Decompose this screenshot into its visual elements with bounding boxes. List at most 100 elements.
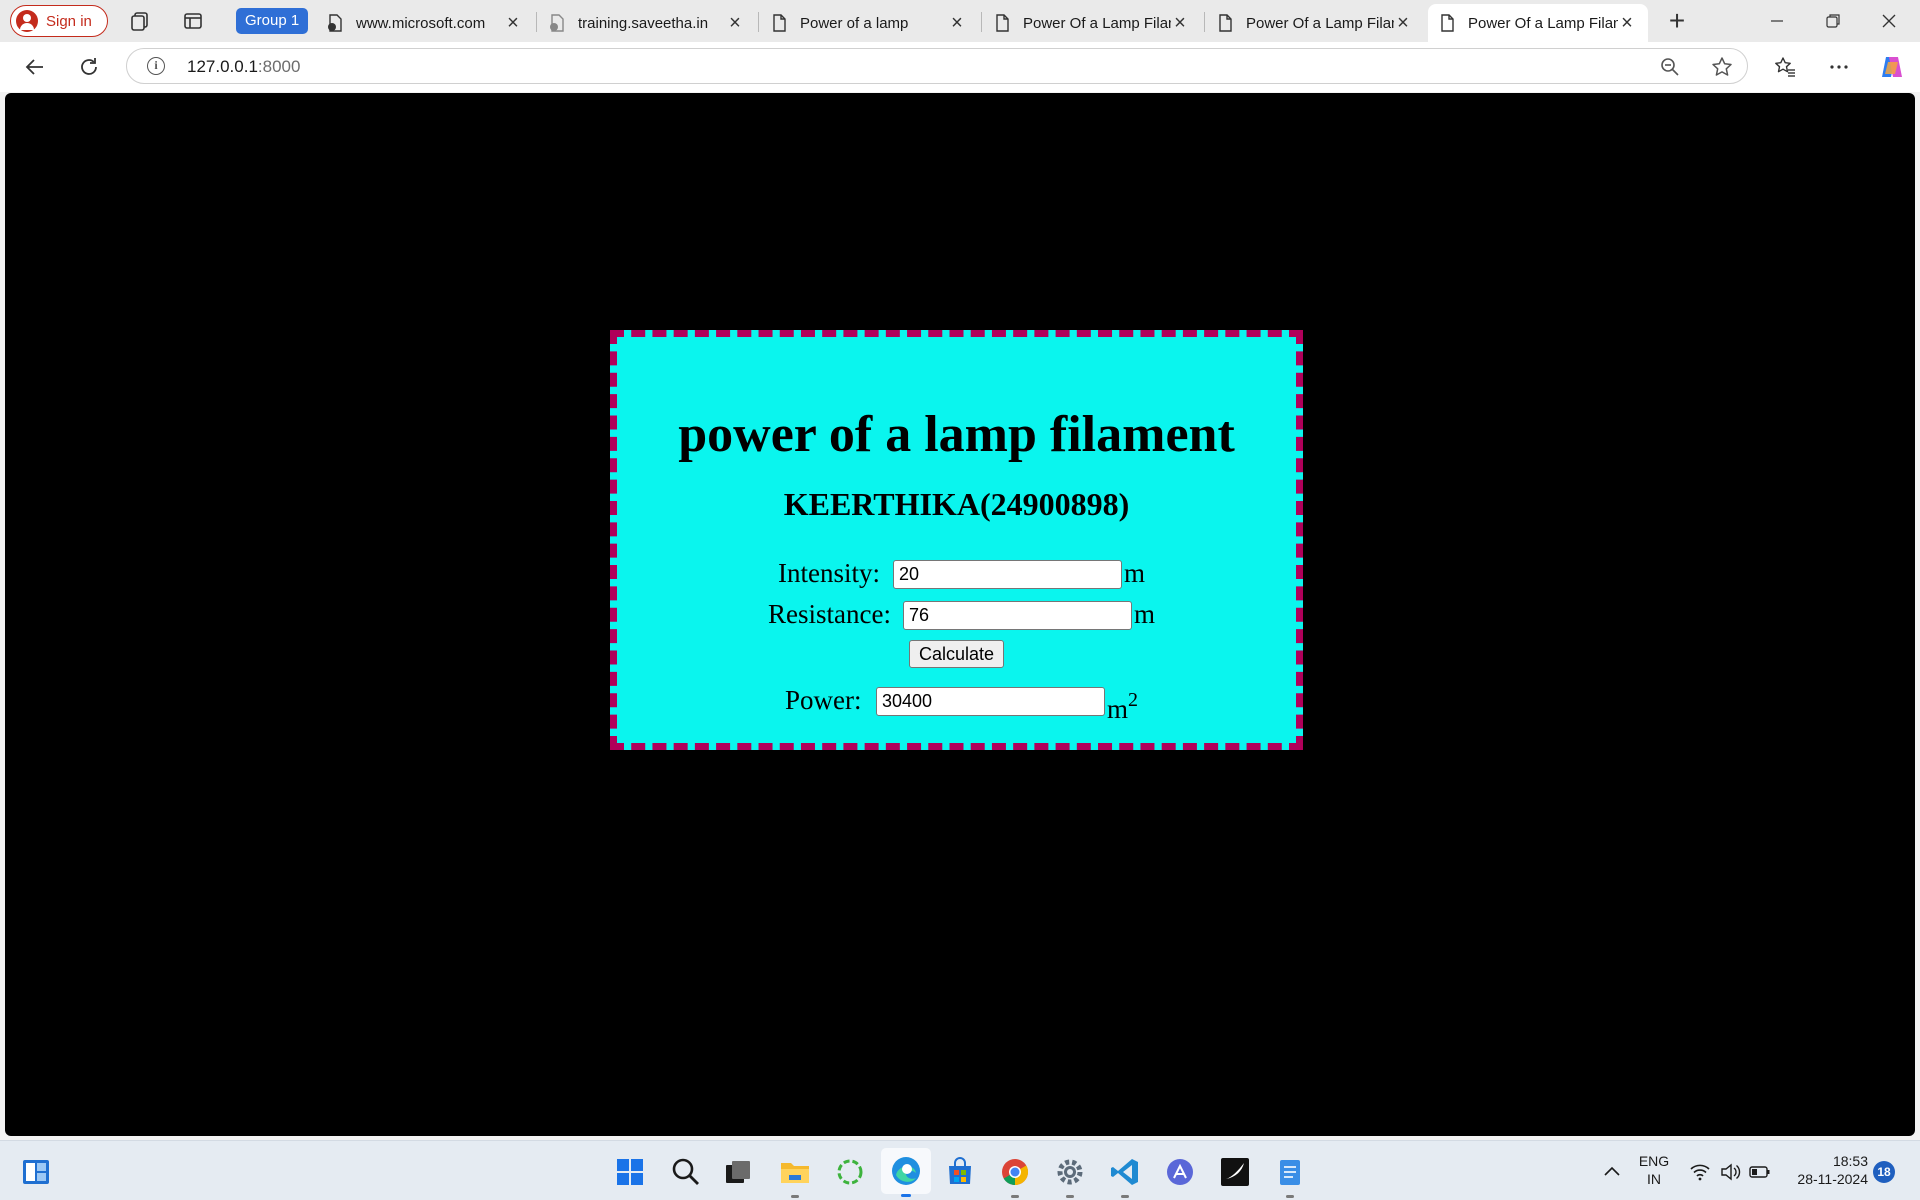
tab-microsoft[interactable]: www.microsoft.com × xyxy=(316,4,534,42)
refresh-button[interactable] xyxy=(74,52,104,82)
favorites-icon xyxy=(1775,57,1795,77)
zoom-out-icon[interactable] xyxy=(1659,56,1681,78)
resistance-row: Resistance: m xyxy=(617,594,1296,634)
volume-icon[interactable] xyxy=(1713,1155,1747,1189)
tab-divider xyxy=(1204,12,1205,32)
calculate-button[interactable]: Calculate xyxy=(909,640,1004,668)
tab-actions-icon[interactable] xyxy=(181,9,205,33)
power-unit-base: m xyxy=(1107,694,1129,724)
profile-icon xyxy=(16,10,38,32)
back-button[interactable] xyxy=(20,52,50,82)
store-icon[interactable] xyxy=(943,1155,977,1189)
close-icon[interactable]: × xyxy=(504,13,522,33)
start-icon[interactable] xyxy=(613,1155,647,1189)
intensity-input[interactable] xyxy=(893,560,1122,589)
search-icon[interactable] xyxy=(669,1155,703,1189)
page-shared-icon xyxy=(328,14,342,32)
address-bar[interactable]: i 127.0.0.1:8000 xyxy=(126,48,1748,84)
page-viewport: power of a lamp filament KEERTHIKA(24900… xyxy=(5,93,1915,1136)
resistance-label: Resistance: xyxy=(768,599,891,629)
close-icon[interactable]: × xyxy=(1394,13,1412,33)
running-indicator xyxy=(1011,1195,1019,1198)
navigation-bar: i 127.0.0.1:8000 xyxy=(0,42,1920,92)
page-icon xyxy=(1219,14,1232,32)
language-code: ENG xyxy=(1638,1153,1670,1169)
running-indicator xyxy=(1121,1195,1129,1198)
calculator-card: power of a lamp filament KEERTHIKA(24900… xyxy=(610,330,1303,750)
refresh-app-icon[interactable] xyxy=(833,1155,867,1189)
restore-icon xyxy=(1826,14,1840,28)
active-indicator xyxy=(901,1194,911,1197)
url-host: 127.0.0.1 xyxy=(187,57,258,76)
notification-badge[interactable]: 18 xyxy=(1873,1161,1895,1183)
minimize-button[interactable] xyxy=(1762,6,1792,36)
sign-in-button[interactable]: Sign in xyxy=(10,5,108,37)
clock[interactable]: 18:53 28-11-2024 xyxy=(1784,1152,1868,1188)
resistance-input[interactable] xyxy=(903,601,1132,630)
running-indicator xyxy=(791,1195,799,1198)
page-icon xyxy=(773,14,786,32)
app-terminal-icon[interactable] xyxy=(1218,1155,1252,1189)
copilot-button[interactable] xyxy=(1877,52,1907,82)
author-heading: KEERTHIKA(24900898) xyxy=(783,486,1130,522)
language-region: IN xyxy=(1647,1171,1661,1187)
tab-divider xyxy=(758,12,759,32)
tab-group-chip[interactable]: Group 1 xyxy=(236,8,309,34)
power-unit: m2 xyxy=(1107,684,1138,725)
clock-date: 28-11-2024 xyxy=(1797,1171,1868,1187)
tab-title: Power Of a Lamp Filament xyxy=(1468,14,1618,32)
wifi-icon[interactable] xyxy=(1683,1155,1717,1189)
page-icon xyxy=(996,14,1009,32)
intensity-label: Intensity: xyxy=(778,558,880,588)
tab-power-filament-active[interactable]: Power Of a Lamp Filament × xyxy=(1428,4,1648,42)
page-title: power of a lamp filament xyxy=(678,406,1235,463)
close-icon[interactable]: × xyxy=(948,13,966,33)
site-info-icon[interactable]: i xyxy=(147,57,165,75)
close-icon[interactable]: × xyxy=(1171,13,1189,33)
tab-strip: Sign in Group 1 www.microsoft.com × trai… xyxy=(0,0,1920,42)
close-icon[interactable]: × xyxy=(1618,13,1636,33)
battery-icon[interactable] xyxy=(1743,1155,1777,1189)
favorite-star-icon[interactable] xyxy=(1711,56,1733,78)
copilot-icon xyxy=(1882,57,1902,77)
tab-divider xyxy=(536,12,537,32)
favorites-button[interactable] xyxy=(1770,52,1800,82)
power-output[interactable] xyxy=(876,687,1105,716)
resistance-unit: m xyxy=(1134,599,1156,629)
app-a-icon[interactable] xyxy=(1163,1155,1197,1189)
page-shared-icon xyxy=(550,14,564,32)
close-icon[interactable]: × xyxy=(726,13,744,33)
taskbar: ENG IN 18:53 28-11-2024 xyxy=(0,1140,1920,1200)
settings-gear-icon[interactable] xyxy=(1053,1155,1087,1198)
new-tab-button[interactable]: + xyxy=(1662,6,1692,36)
back-arrow-icon xyxy=(25,59,43,75)
intensity-unit: m xyxy=(1124,558,1146,588)
tab-power-of-a-lamp[interactable]: Power of a lamp × xyxy=(760,4,978,42)
chrome-icon[interactable] xyxy=(998,1155,1032,1198)
power-row: Power: m2 xyxy=(617,680,1296,724)
vscode-icon[interactable] xyxy=(1108,1155,1142,1198)
tab-title: www.microsoft.com xyxy=(356,14,486,32)
language-indicator[interactable]: ENG IN xyxy=(1631,1152,1677,1188)
sign-in-label: Sign in xyxy=(46,12,92,30)
url-port: :8000 xyxy=(257,57,301,76)
file-explorer-icon[interactable] xyxy=(778,1155,812,1198)
chevron-up-icon[interactable] xyxy=(1595,1155,1629,1189)
task-view-icon[interactable] xyxy=(721,1155,755,1189)
tab-power-filament-1[interactable]: Power Of a Lamp Filament × xyxy=(983,4,1201,42)
tab-training[interactable]: training.saveetha.in × xyxy=(538,4,756,42)
notepad-icon[interactable] xyxy=(1273,1155,1307,1198)
tab-title: Power Of a Lamp Filament xyxy=(1023,14,1171,32)
widgets-icon[interactable] xyxy=(19,1155,53,1189)
edge-browser-icon[interactable] xyxy=(881,1148,931,1197)
tab-power-filament-2[interactable]: Power Of a Lamp Filament × xyxy=(1206,4,1424,42)
tab-title: training.saveetha.in xyxy=(578,14,709,32)
workspaces-icon[interactable] xyxy=(128,9,152,33)
tab-title: Power Of a Lamp Filament xyxy=(1246,14,1394,32)
power-label: Power: xyxy=(785,685,862,715)
settings-more-button[interactable] xyxy=(1824,52,1854,82)
minimize-icon xyxy=(1771,20,1783,22)
address-url[interactable]: 127.0.0.1:8000 xyxy=(187,57,300,77)
close-window-button[interactable] xyxy=(1874,6,1904,36)
restore-button[interactable] xyxy=(1818,6,1848,36)
